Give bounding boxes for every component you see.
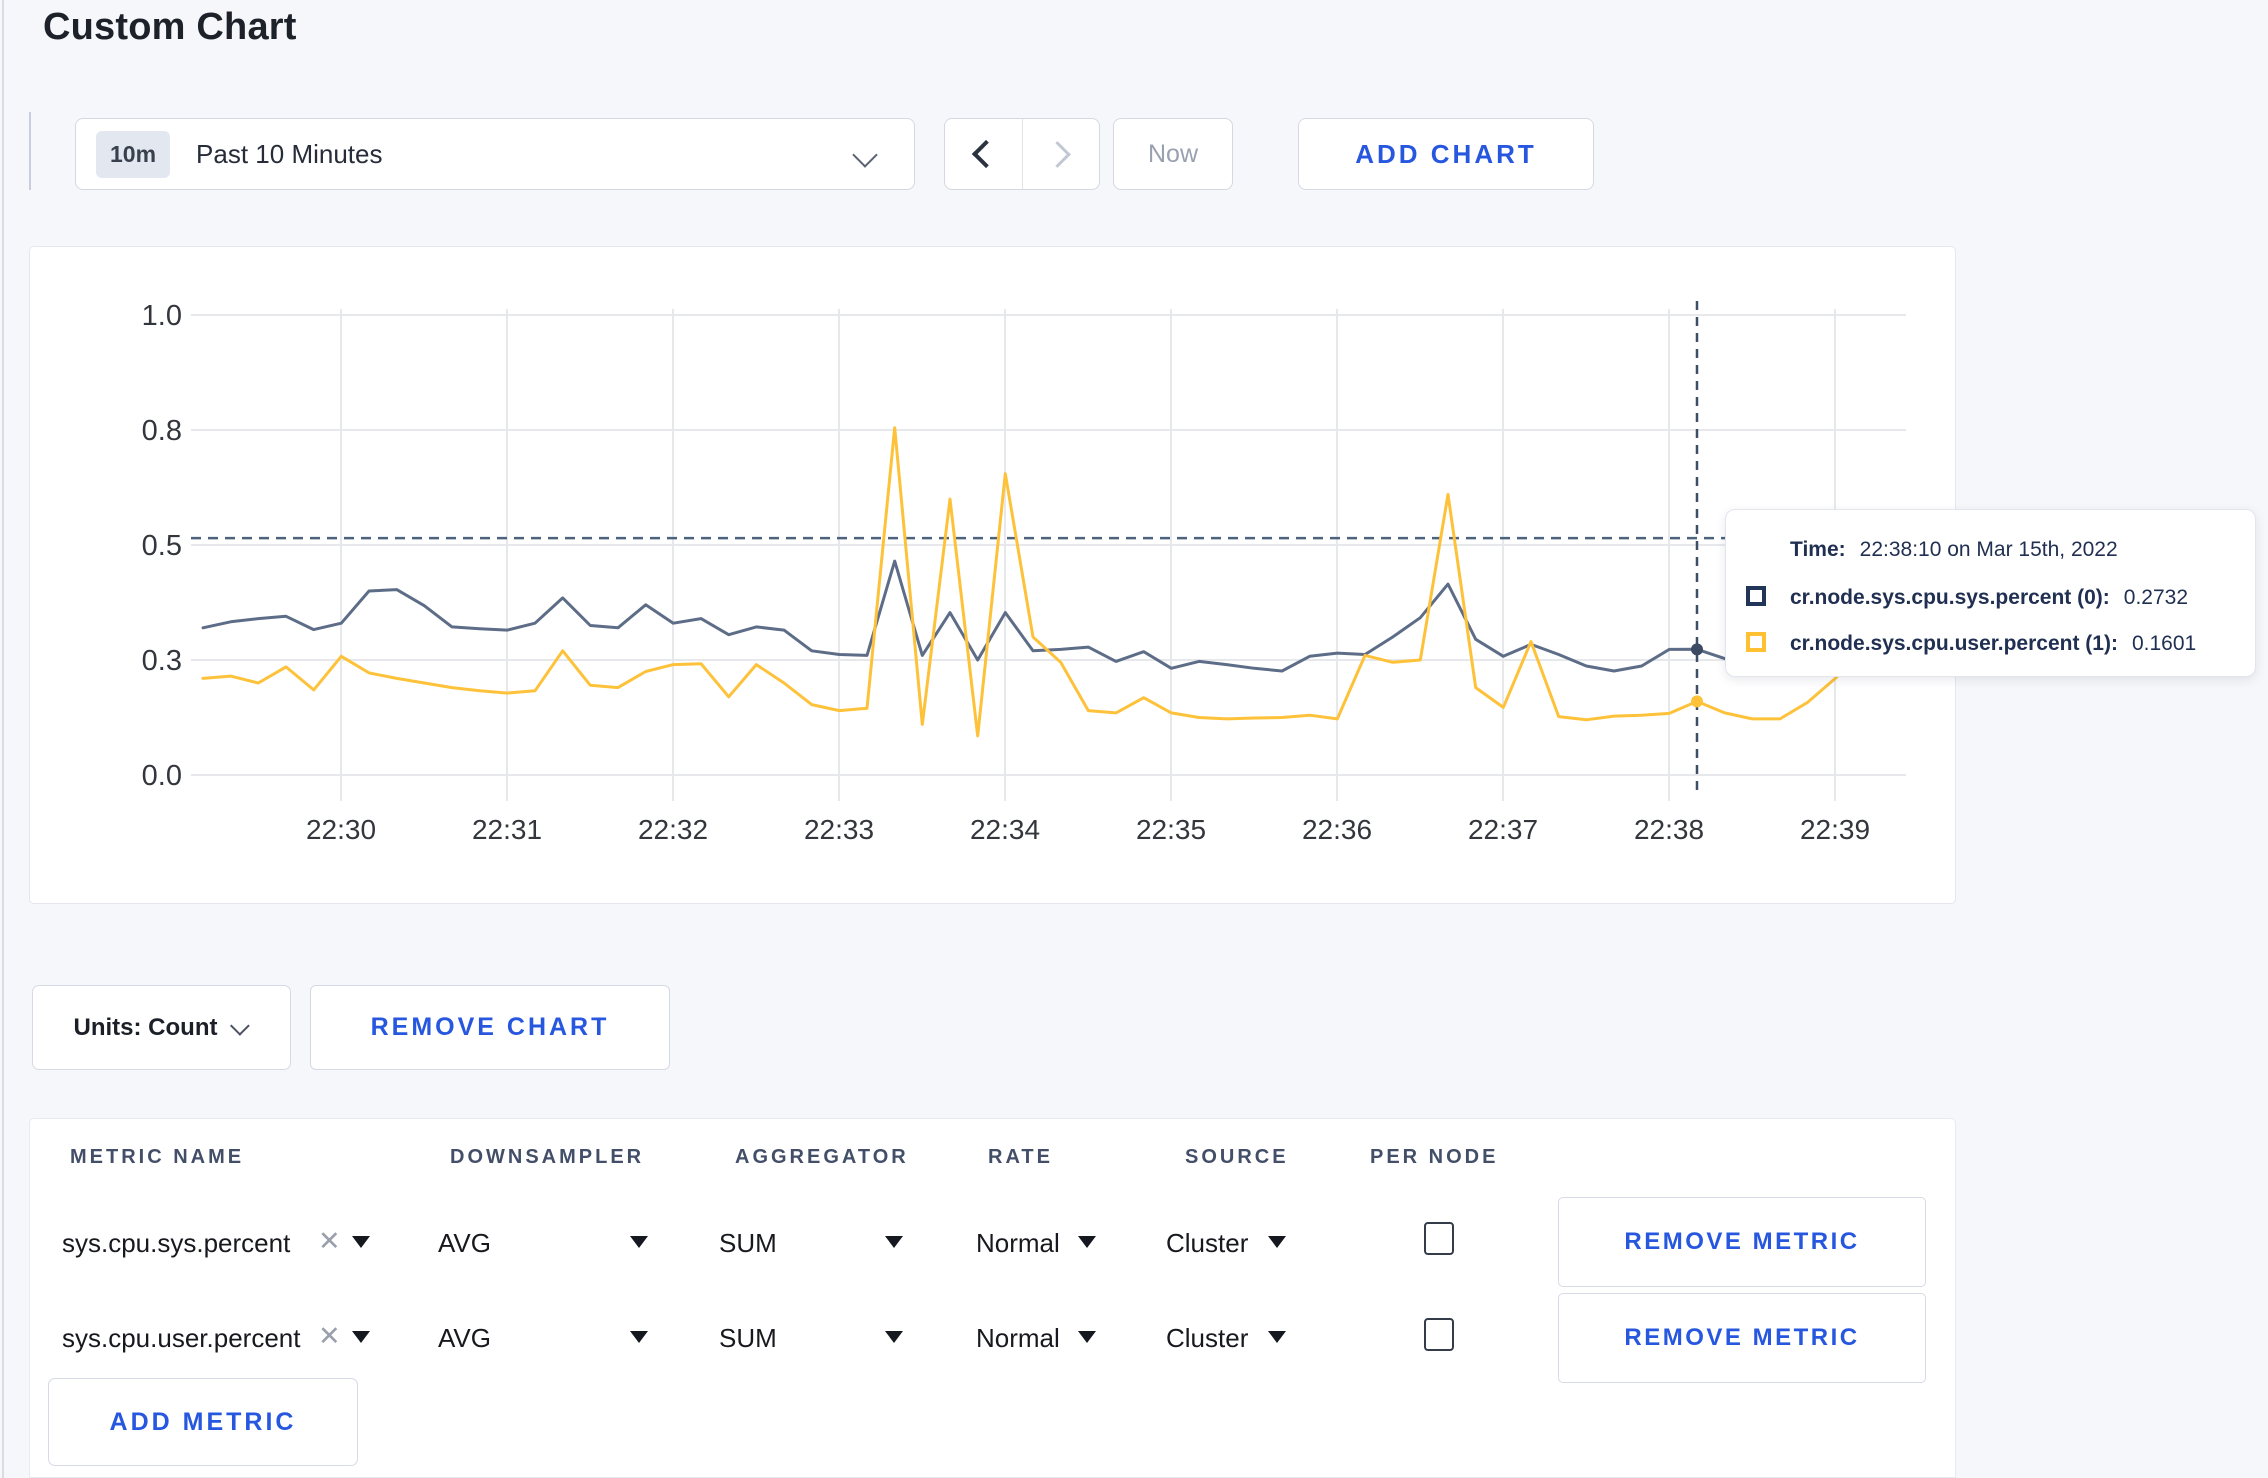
time-step-buttons (944, 118, 1100, 190)
tooltip-series-1-row: cr.node.sys.cpu.user.percent (1): 0.1601 (1790, 632, 2196, 656)
add-chart-button[interactable]: ADD CHART (1298, 118, 1594, 190)
x-axis-tick-label: 22:34 (970, 814, 1040, 845)
source-select[interactable]: Cluster (1166, 1323, 1248, 1354)
metric-name-select[interactable]: sys.cpu.user.percent (62, 1323, 300, 1354)
aggregator-caret-icon[interactable] (885, 1331, 903, 1343)
chart-svg: 22:30 22:31 22:32 22:33 22:34 22:35 22:36 22:37… (142, 300, 1906, 845)
x-axis-tick-label: 22:36 (1302, 814, 1372, 845)
tooltip-time-value: 22:38:10 on Mar 15th, 2022 (1859, 538, 2118, 561)
time-range-picker[interactable]: 10m Past 10 Minutes (75, 118, 915, 190)
aggregator-select[interactable]: SUM (719, 1323, 777, 1354)
remove-metric-button[interactable]: REMOVE METRIC (1558, 1293, 1926, 1383)
tooltip-time-row: Time: 22:38:10 on Mar 15th, 2022 (1790, 538, 2118, 562)
time-range-label: Past 10 Minutes (196, 138, 383, 169)
x-axis-tick-label: 22:37 (1468, 814, 1538, 845)
tooltip-series-0-name: cr.node.sys.cpu.sys.percent (0): (1790, 586, 2110, 609)
x-axis-tick-label: 22:31 (472, 814, 542, 845)
chevron-right-icon (1044, 140, 1072, 168)
y-axis-tick-label: 0.5 (142, 530, 182, 562)
rate-caret-icon[interactable] (1078, 1331, 1096, 1343)
clear-metric-icon[interactable]: ✕ (318, 1321, 341, 1352)
col-header-downsampler: DOWNSAMPLER (450, 1146, 645, 1168)
downsampler-caret-icon[interactable] (630, 1236, 648, 1248)
now-button[interactable]: Now (1113, 118, 1233, 190)
per-node-checkbox[interactable] (1424, 1222, 1454, 1255)
y-axis-tick-label: 0.8 (142, 415, 182, 447)
aggregator-select[interactable]: SUM (719, 1228, 777, 1259)
step-forward-button[interactable] (1021, 119, 1100, 189)
downsampler-select[interactable]: AVG (438, 1228, 491, 1259)
x-axis-tick-label: 22:39 (1800, 814, 1870, 845)
units-label: Units: Count (73, 1013, 218, 1041)
col-header-rate: RATE (988, 1146, 1053, 1168)
y-axis-tick-label: 1.0 (142, 300, 182, 332)
chevron-down-icon (230, 1015, 251, 1036)
tooltip-series-1-name: cr.node.sys.cpu.user.percent (1): (1790, 632, 2118, 655)
tooltip-series-1-value: 0.1601 (2131, 632, 2197, 655)
x-axis-tick-label: 22:32 (638, 814, 708, 845)
tooltip-series-0-value: 0.2732 (2123, 586, 2189, 609)
source-caret-icon[interactable] (1268, 1236, 1286, 1248)
series-line-cr.node.sys.cpu.sys.percent (0) (201, 559, 1865, 673)
rate-caret-icon[interactable] (1078, 1236, 1096, 1248)
add-metric-button[interactable]: ADD METRIC (48, 1378, 358, 1466)
source-select[interactable]: Cluster (1166, 1228, 1248, 1259)
col-header-per-node: PER NODE (1370, 1146, 1499, 1168)
per-node-checkbox[interactable] (1424, 1318, 1454, 1351)
x-axis-tick-label: 22:30 (306, 814, 376, 845)
series-line-cr.node.sys.cpu.user.percent (1) (201, 426, 1865, 738)
series-0-swatch-icon (1746, 586, 1766, 606)
series-1-swatch-icon (1746, 632, 1766, 652)
downsampler-select[interactable]: AVG (438, 1323, 491, 1354)
x-axis-tick-label: 22:35 (1136, 814, 1206, 845)
time-range-badge: 10m (96, 130, 171, 178)
metric-name-select[interactable]: sys.cpu.sys.percent (62, 1228, 290, 1259)
toolbar-divider (29, 112, 31, 190)
chart-tooltip: Time: 22:38:10 on Mar 15th, 2022 cr.node.… (1725, 509, 2256, 677)
tooltip-time-label: Time: (1790, 538, 1846, 561)
col-header-aggregator: AGGREGATOR (735, 1146, 909, 1168)
x-axis-tick-label: 22:33 (804, 814, 874, 845)
x-axis-tick-label: 22:38 (1634, 814, 1704, 845)
rate-select[interactable]: Normal (976, 1323, 1060, 1354)
col-header-metric-name: METRIC NAME (70, 1146, 245, 1168)
custom-chart-page: { "page": { "title": "Custom Chart" }, "… (0, 0, 2268, 1478)
step-back-button[interactable] (945, 119, 1022, 189)
chevron-down-icon (852, 142, 878, 168)
custom-chart-card[interactable]: 22:30 22:31 22:32 22:33 22:34 22:35 22:36 22:37… (29, 246, 1956, 904)
rate-select[interactable]: Normal (976, 1228, 1060, 1259)
remove-metric-button[interactable]: REMOVE METRIC (1558, 1197, 1926, 1287)
page-left-edge (2, 0, 4, 1478)
metric-caret-icon[interactable] (352, 1236, 370, 1248)
y-axis-tick-label: 0.0 (142, 760, 182, 792)
clear-metric-icon[interactable]: ✕ (318, 1226, 341, 1257)
downsampler-caret-icon[interactable] (630, 1331, 648, 1343)
col-header-source: SOURCE (1185, 1146, 1289, 1168)
metric-caret-icon[interactable] (352, 1331, 370, 1343)
aggregator-caret-icon[interactable] (885, 1236, 903, 1248)
source-caret-icon[interactable] (1268, 1331, 1286, 1343)
page-title: Custom Chart (43, 6, 297, 48)
chevron-left-icon (972, 139, 1001, 169)
tooltip-series-0-row: cr.node.sys.cpu.sys.percent (0): 0.2732 (1790, 586, 2188, 610)
remove-chart-button[interactable]: REMOVE CHART (310, 985, 670, 1070)
units-select[interactable]: Units: Count (32, 985, 291, 1070)
y-axis-tick-label: 0.3 (142, 645, 182, 677)
